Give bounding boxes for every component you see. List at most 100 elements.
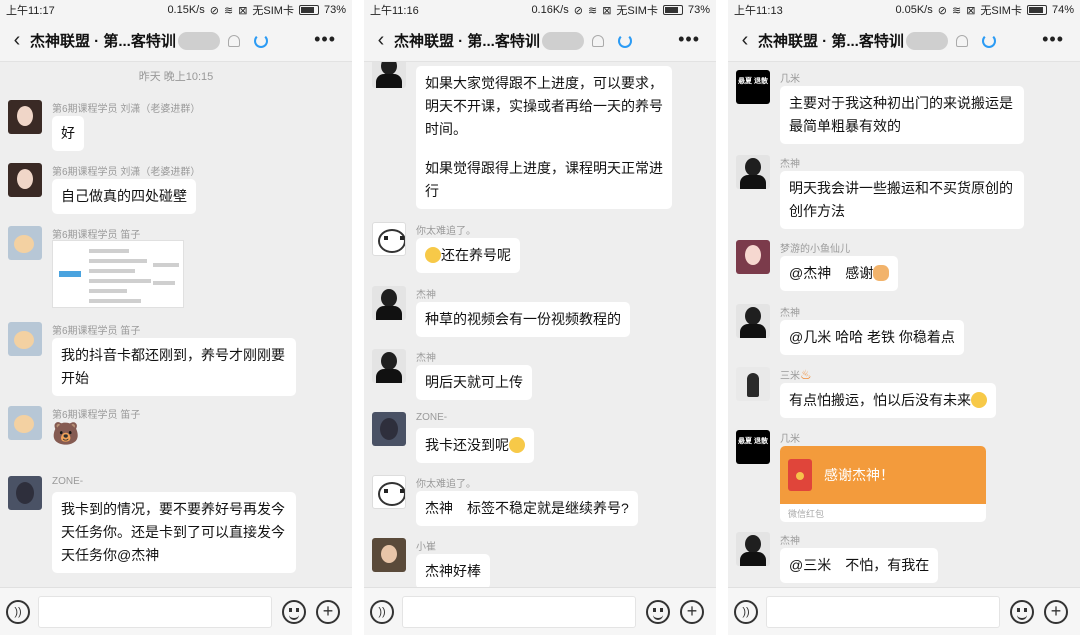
message-list[interactable]: 悬夏 退散 几米 主要对于我这种初出门的来说搬运是最简单粗暴有效的 杰神 明天我… bbox=[728, 62, 1080, 587]
avatar[interactable] bbox=[736, 155, 770, 189]
wifi-icon: ≋ bbox=[951, 4, 962, 17]
message-item: 你太难追了。 还在养号呢 bbox=[372, 222, 712, 276]
sender-name: ZONE- bbox=[52, 476, 84, 487]
message-input[interactable] bbox=[402, 596, 636, 628]
avatar[interactable] bbox=[372, 222, 406, 256]
avatar[interactable] bbox=[8, 226, 42, 260]
more-icon[interactable]: ••• bbox=[678, 29, 700, 50]
battery-percent: 74% bbox=[1051, 4, 1074, 16]
message-item: 你太难追了。 杰神 标签不稳定就是继续养号? bbox=[372, 475, 712, 529]
message-bubble[interactable]: @杰神 感谢 bbox=[780, 256, 899, 291]
sender-name: 小崔 bbox=[416, 542, 436, 553]
avatar[interactable] bbox=[736, 240, 770, 274]
network-speed: 0.05K/s bbox=[895, 4, 933, 16]
message-bubble[interactable]: 明天我会讲一些搬运和不买货原创的创作方法 bbox=[780, 171, 1024, 229]
handshake-emoji-icon bbox=[873, 265, 890, 281]
message-bubble[interactable]: 如果大家觉得跟不上进度，可以要求，明天不开课，实操或者再给一天的养号时间。 如果… bbox=[416, 66, 672, 209]
message-item: 杰神 种草的视频会有一份视频教程的 bbox=[372, 286, 712, 340]
avatar[interactable] bbox=[372, 538, 406, 572]
message-item: 悬夏 退散 几米 主要对于我这种初出门的来说搬运是最简单粗暴有效的 bbox=[736, 70, 1076, 150]
message-bubble[interactable]: 有点怕搬运，怕以后没有未来 bbox=[780, 383, 996, 418]
message-bubble[interactable]: 我卡还没到呢 bbox=[416, 428, 534, 463]
back-icon[interactable]: ‹ bbox=[368, 29, 394, 52]
message-bubble[interactable]: 我的抖音卡都还刚到，养号才刚刚要开始 bbox=[52, 338, 296, 396]
laugh-emoji-icon bbox=[509, 437, 525, 453]
message-input[interactable] bbox=[766, 596, 1000, 628]
sticker-icon[interactable]: 🐻 bbox=[52, 422, 82, 446]
plus-icon[interactable]: + bbox=[316, 600, 340, 624]
message-bubble[interactable]: 好 bbox=[52, 116, 84, 151]
loading-icon bbox=[253, 33, 268, 48]
back-icon[interactable]: ‹ bbox=[732, 29, 758, 52]
network-speed: 0.15K/s bbox=[167, 4, 205, 16]
message-bubble[interactable]: 我卡到的情况，要不要养好号再发今天任务你。还是卡到了可以直接发今天任务你@杰神 bbox=[52, 492, 296, 573]
message-bubble[interactable]: 杰神 标签不稳定就是继续养号? bbox=[416, 491, 638, 526]
emoji-icon[interactable] bbox=[646, 600, 670, 624]
chat-title: 杰神联盟 · 第...客特训 bbox=[758, 33, 904, 50]
voice-icon[interactable]: )) bbox=[6, 600, 30, 624]
message-bubble[interactable]: 还在养号呢 bbox=[416, 238, 520, 273]
avatar[interactable] bbox=[8, 163, 42, 197]
avatar[interactable]: 悬夏 退散 bbox=[736, 430, 770, 464]
avatar[interactable] bbox=[736, 304, 770, 338]
battery-icon bbox=[1026, 5, 1047, 15]
mute-bell-icon bbox=[955, 34, 968, 47]
more-icon[interactable]: ••• bbox=[1042, 29, 1064, 50]
chat-screen-2: 上午11:16 0.16K/s ⊘ ≋ ⊠ 无SIM卡 73% ‹ 杰神联盟 ·… bbox=[364, 0, 716, 635]
message-item: 三米♨ 有点怕搬运，怕以后没有未来 bbox=[736, 367, 1076, 421]
message-list[interactable]: 如果大家觉得跟不上进度，可以要求，明天不开课，实操或者再给一天的养号时间。 如果… bbox=[364, 62, 716, 587]
avatar[interactable] bbox=[8, 322, 42, 356]
message-text: @杰神 感谢 bbox=[789, 265, 874, 281]
sender-name: 你太难追了。 bbox=[416, 226, 476, 237]
red-packet-card[interactable]: 感谢杰神！ 微信红包 bbox=[780, 446, 986, 522]
avatar[interactable] bbox=[736, 367, 770, 401]
emoji-icon[interactable] bbox=[1010, 600, 1034, 624]
emoji-icon[interactable] bbox=[282, 600, 306, 624]
message-input[interactable] bbox=[38, 596, 272, 628]
network-speed: 0.16K/s bbox=[531, 4, 569, 16]
message-bubble[interactable]: @几米 哈哈 老铁 你稳着点 bbox=[780, 320, 964, 355]
carrier-label: 无SIM卡 bbox=[252, 5, 294, 17]
avatar[interactable] bbox=[372, 412, 406, 446]
message-item: 第6期课程学员 刘潇（老婆进群） 好 bbox=[8, 100, 348, 151]
image-message[interactable] bbox=[52, 240, 184, 308]
avatar[interactable] bbox=[372, 62, 406, 88]
avatar[interactable] bbox=[372, 286, 406, 320]
message-bubble[interactable]: 明后天就可上传 bbox=[416, 365, 532, 400]
avatar[interactable] bbox=[372, 475, 406, 509]
mute-icon: ⊘ bbox=[937, 4, 947, 17]
avatar[interactable] bbox=[8, 100, 42, 134]
sender-name: 第6期课程学员 笛子 bbox=[52, 230, 141, 241]
message-bubble[interactable]: 杰神好棒 bbox=[416, 554, 490, 587]
sender-name: 杰神 bbox=[780, 159, 800, 170]
avatar[interactable] bbox=[736, 532, 770, 566]
plus-icon[interactable]: + bbox=[1044, 600, 1068, 624]
voice-icon[interactable]: )) bbox=[734, 600, 758, 624]
message-list[interactable]: 昨天 晚上10:15 第6期课程学员 刘潇（老婆进群） 好 第6期课程学员 刘潇… bbox=[0, 62, 352, 587]
avatar[interactable] bbox=[8, 476, 42, 510]
sender-name: 第6期课程学员 刘潇（老婆进群） bbox=[52, 104, 201, 115]
message-item: 杰神 明后天就可上传 bbox=[372, 349, 712, 403]
message-item: ZONE- 我卡还没到呢 bbox=[372, 412, 712, 466]
more-icon[interactable]: ••• bbox=[314, 29, 336, 50]
avatar[interactable]: 悬夏 退散 bbox=[736, 70, 770, 104]
sender-name: 三米♨ bbox=[780, 367, 812, 383]
message-bubble[interactable]: @三米 不怕，有我在 bbox=[780, 548, 939, 583]
redacted-blur bbox=[905, 31, 948, 50]
avatar[interactable] bbox=[372, 349, 406, 383]
input-bar: )) + bbox=[728, 587, 1080, 635]
sender-name: 第6期课程学员 刘潇（老婆进群） bbox=[52, 167, 201, 178]
avatar[interactable] bbox=[8, 406, 42, 440]
sim-icon: ⊠ bbox=[966, 4, 976, 17]
voice-icon[interactable]: )) bbox=[370, 600, 394, 624]
sender-text: 三米 bbox=[780, 371, 800, 382]
message-bubble[interactable]: 种草的视频会有一份视频教程的 bbox=[416, 302, 630, 337]
message-bubble[interactable]: 自己做真的四处碰壁 bbox=[52, 179, 196, 214]
message-bubble[interactable]: 主要对于我这种初出门的来说搬运是最简单粗暴有效的 bbox=[780, 86, 1024, 144]
sender-name: 几米 bbox=[780, 74, 800, 85]
back-icon[interactable]: ‹ bbox=[4, 29, 30, 52]
status-bar: 上午11:16 0.16K/s ⊘ ≋ ⊠ 无SIM卡 73% bbox=[364, 0, 716, 20]
plus-icon[interactable]: + bbox=[680, 600, 704, 624]
battery-percent: 73% bbox=[323, 4, 346, 16]
sender-name: 梦游的小鱼仙儿 bbox=[780, 244, 850, 255]
